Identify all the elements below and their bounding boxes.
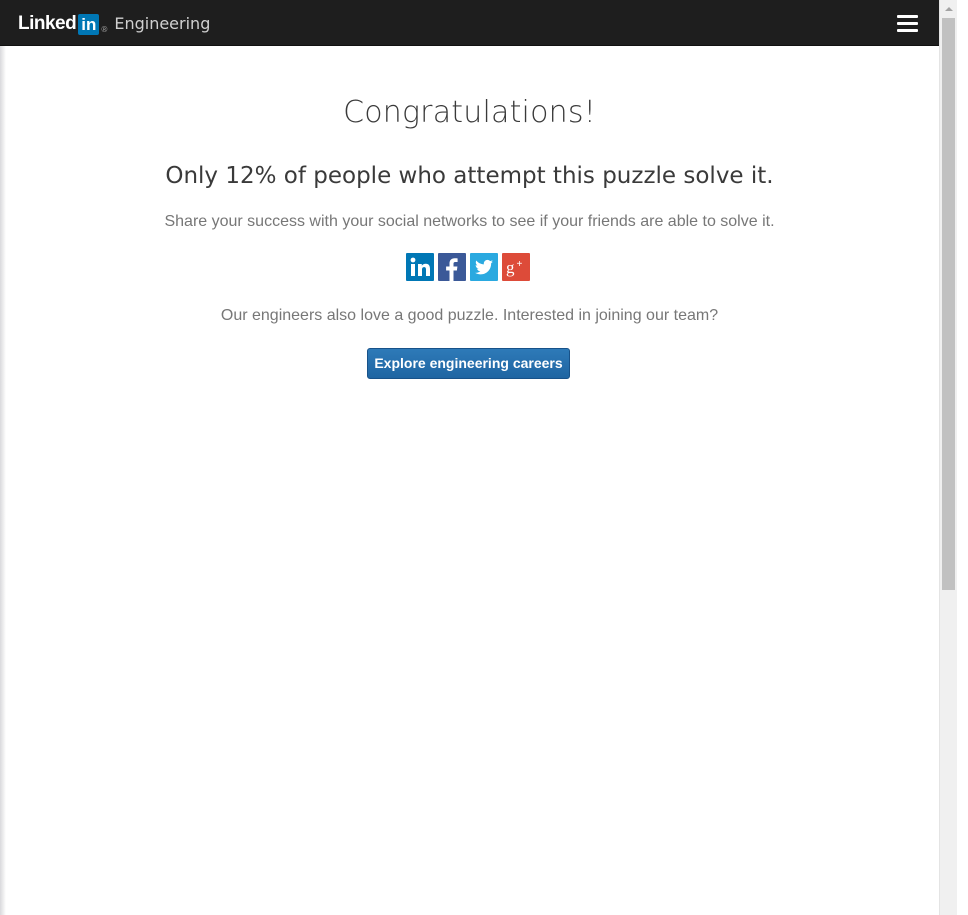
careers-prompt: Our engineers also love a good puzzle. I… [220, 307, 719, 324]
twitter-icon[interactable] [470, 253, 498, 281]
brand-section-label: Engineering [114, 14, 211, 33]
scrollbar-thumb[interactable] [942, 18, 955, 590]
share-prompt: Share your success with your social netw… [164, 213, 775, 230]
social-share-buttons: g + [406, 253, 530, 281]
linkedin-engineering-logo[interactable]: Linked in ® Engineering [18, 12, 210, 36]
svg-text:+: + [517, 259, 523, 270]
top-navbar: Linked in ® Engineering [0, 0, 939, 46]
vertical-scrollbar[interactable] [939, 0, 957, 915]
explore-careers-button[interactable]: Explore engineering careers [367, 348, 570, 379]
registered-mark: ® [100, 24, 109, 34]
success-rate-text: Only 12% of people who attempt this puzz… [165, 163, 774, 189]
google-plus-icon[interactable]: g + [502, 253, 530, 281]
linkedin-icon[interactable] [406, 253, 434, 281]
facebook-icon[interactable] [438, 253, 466, 281]
left-edge-shadow [0, 0, 6, 915]
menu-bar [897, 22, 918, 25]
menu-bar [897, 15, 918, 18]
page-title: Congratulations! [343, 95, 596, 130]
scroll-up-arrow-icon[interactable] [940, 0, 957, 17]
svg-text:g: g [506, 258, 515, 277]
browser-viewport: Linked in ® Engineering Congratulations!… [0, 0, 968, 915]
brand-in-badge: in [78, 13, 100, 35]
hamburger-menu-icon[interactable] [897, 14, 919, 32]
right-gutter [957, 0, 968, 915]
menu-bar [897, 29, 918, 32]
brand-linked-text: Linked [18, 13, 77, 34]
